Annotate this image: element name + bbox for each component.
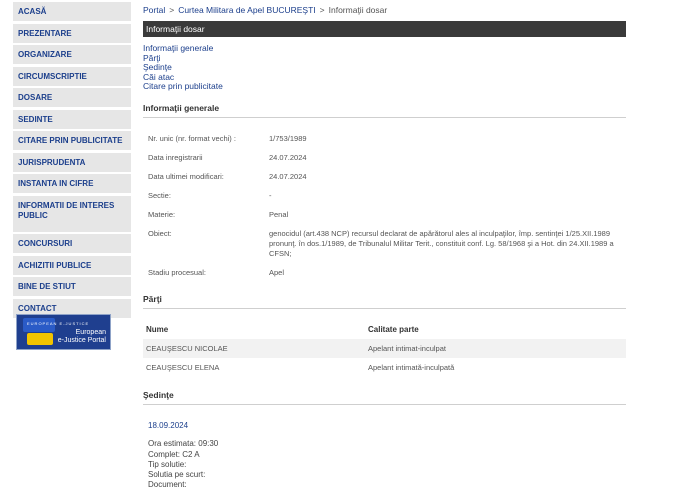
sedinta-solutie: Solutia pe scurt: (148, 470, 206, 479)
field-label: Data ultimei modificari: (148, 172, 224, 181)
sidebar-item-organizare[interactable]: ORGANIZARE (13, 45, 131, 64)
field-label: Nr. unic (nr. format vechi) : (148, 134, 236, 143)
anchor-citare[interactable]: Citare prin publicitate (143, 81, 223, 92)
ejustice-portal-banner[interactable]: EUROPEAN E-JUSTICE European e-Justice Po… (16, 314, 111, 350)
sedinta-date: 18.09.2024 (148, 421, 189, 430)
sidebar-item-sedinte[interactable]: SEDINTE (13, 109, 131, 129)
ejustice-small-text: EUROPEAN E-JUSTICE (27, 321, 90, 326)
sidebar-item-achizitii[interactable]: ACHIZITII PUBLICE (13, 255, 131, 275)
parti-table: Nume Calitate parte CEAUŞESCU NICOLAE Ap… (143, 320, 626, 377)
sidebar-item-informatii[interactable]: INFORMATII DE INTERES PUBLIC (13, 195, 131, 232)
party-name: CEAUŞESCU ELENA (146, 363, 220, 372)
field-label: Obiect: (148, 229, 172, 238)
sedinta-complet: Complet: C2 A (148, 450, 200, 459)
sedinta-tip-solutie: Tip solutie: (148, 460, 187, 469)
sidebar: ACASĂ PREZENTARE ORGANIZARE CIRCUMSCRIPT… (13, 0, 131, 320)
sidebar-item-acasa[interactable]: ACASĂ (13, 2, 131, 21)
breadcrumb-current: Informaţii dosar (328, 5, 388, 15)
sidebar-item-dosare[interactable]: DOSARE (13, 88, 131, 107)
column-header-calitate: Calitate parte (368, 325, 419, 334)
parti-heading: Părţi (143, 294, 626, 309)
field-label: Materie: (148, 210, 176, 219)
party-role: Apelant intimată-inculpată (368, 363, 455, 372)
breadcrumb-sep: > (169, 5, 175, 15)
field-sectie: Sectie: - (148, 191, 272, 200)
table-row: CEAUŞESCU ELENA Apelant intimată-inculpa… (143, 358, 626, 377)
column-header-nume: Nume (146, 325, 169, 334)
sidebar-item-circumscriptie[interactable]: CIRCUMSCRIPTIE (13, 66, 131, 86)
field-label: Stadiu procesual: (148, 268, 206, 277)
breadcrumb-sep: > (319, 5, 325, 15)
ejustice-label: European e-Justice Portal (58, 329, 106, 345)
field-data-inregistrarii: Data inregistrarii 24.07.2024 (148, 153, 307, 162)
ejustice-line1: European (75, 329, 106, 336)
breadcrumb: Portal > Curtea Militara de Apel BUCUREŞTI… (143, 5, 387, 15)
field-value: Penal (269, 210, 289, 219)
ejustice-line2: e-Justice Portal (57, 337, 106, 344)
field-value: 24.07.2024 (269, 172, 307, 181)
field-value: Apel (269, 268, 285, 277)
field-stadiu: Stadiu procesual: Apel (148, 268, 284, 277)
table-row: CEAUŞESCU NICOLAE Apelant intimat-inculp… (143, 339, 626, 358)
field-label: Data inregistrarii (148, 153, 203, 162)
sedinte-heading: Şedinţe (143, 390, 626, 405)
field-value: 24.07.2024 (269, 153, 307, 162)
field-nr-unic: Nr. unic (nr. format vechi) : 1/753/1989 (148, 134, 307, 143)
sidebar-item-instanta[interactable]: INSTANTA IN CIFRE (13, 174, 131, 193)
party-name: CEAUŞESCU NICOLAE (146, 344, 228, 353)
general-heading: Informaţii generale (143, 103, 626, 118)
sidebar-item-prezentare[interactable]: PREZENTARE (13, 23, 131, 43)
party-role: Apelant intimat-inculpat (368, 344, 446, 353)
breadcrumb-portal[interactable]: Portal (143, 5, 165, 15)
table-header-row: Nume Calitate parte (143, 320, 626, 339)
sidebar-item-jurisprudenta[interactable]: JURISPRUDENTA (13, 152, 131, 172)
breadcrumb-court[interactable]: Curtea Militara de Apel BUCUREŞTI (178, 5, 315, 15)
field-value: genocidul (art.438 NCP) recursul declara… (269, 229, 614, 258)
field-value: - (269, 191, 272, 200)
sedinta-ora: Ora estimata: 09:30 (148, 439, 219, 448)
section-anchors: Informaţii generale Părţi Şedinţe Căi at… (143, 43, 223, 92)
ukraine-flag-icon (27, 333, 53, 345)
sidebar-item-concursuri[interactable]: CONCURSURI (13, 234, 131, 253)
field-obiect: Obiect: genocidul (art.438 NCP) recursul … (148, 229, 614, 258)
sidebar-item-bine-de-stiut[interactable]: BINE DE STIUT (13, 277, 131, 296)
field-materie: Materie: Penal (148, 210, 288, 219)
sedinta-document: Document: (148, 480, 187, 489)
sidebar-item-citare[interactable]: CITARE PRIN PUBLICITATE (13, 131, 131, 150)
field-data-modificari: Data ultimei modificari: 24.07.2024 (148, 172, 307, 181)
field-label: Sectie: (148, 191, 171, 200)
field-value: 1/753/1989 (269, 134, 307, 143)
page-title: Informaţii dosar (143, 21, 626, 37)
